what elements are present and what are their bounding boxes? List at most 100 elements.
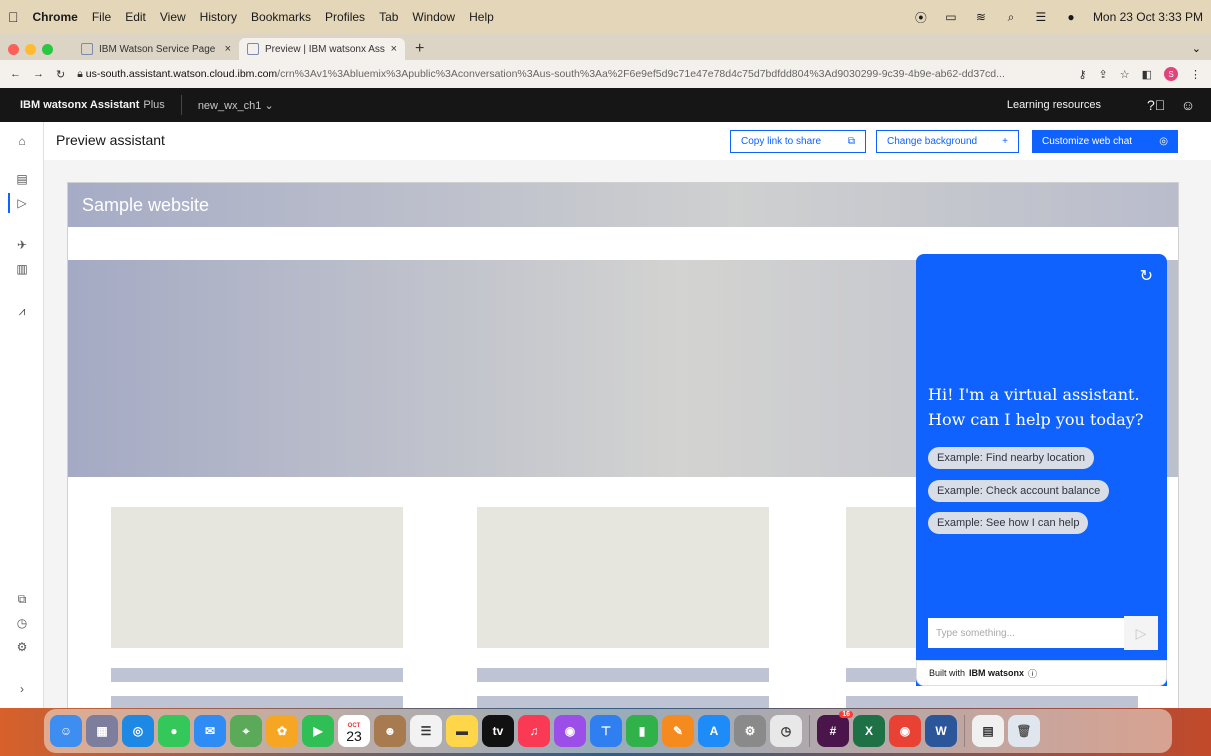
back-icon[interactable]: ← [10,68,21,80]
tab-title: IBM Watson Service Page [99,43,216,55]
menu-tab[interactable]: Tab [379,10,398,24]
assistant-selector[interactable]: new_wx_ch1 ⌄ [198,99,274,112]
browser-tabbar: IBM Watson Service Page × Preview | IBM … [0,34,1211,60]
chat-message-input[interactable] [926,616,1124,650]
forward-icon[interactable]: → [33,68,44,80]
trash-icon[interactable]: 🗑︎ [1008,715,1040,747]
integrations-icon[interactable]: ⧉ [0,586,44,612]
battery-icon[interactable]: ▭ [943,10,959,24]
example-chip-help[interactable]: Example: See how I can help [928,512,1089,534]
sample-text-bar [111,668,403,682]
url-field[interactable]: 🔒︎ us-south.assistant.watson.cloud.ibm.c… [77,68,1066,81]
expand-nav-icon[interactable]: › [0,676,44,702]
siri-icon[interactable]: ● [1063,10,1079,24]
customize-web-chat-button[interactable]: Customize web chat ◎ [1032,130,1178,153]
word-icon[interactable]: W [925,715,957,747]
change-background-button[interactable]: Change background + [876,130,1019,153]
tab-ibm-watson-service[interactable]: IBM Watson Service Page × [73,38,239,60]
new-tab-button[interactable]: + [415,38,424,60]
publish-icon[interactable]: ✈ [0,232,44,258]
tab-search-chevron-icon[interactable]: ⌄ [1192,38,1201,60]
learning-resources-link[interactable]: Learning resources [1007,99,1101,111]
control-center-icon[interactable]: ☰ [1033,10,1049,24]
reminders-icon[interactable]: ☰ [410,715,442,747]
minimize-window-button[interactable] [25,43,36,55]
reload-icon[interactable]: ↻ [56,68,65,81]
record-icon[interactable]: ⦿ [913,11,929,25]
facetime-icon[interactable]: ▶ [302,715,334,747]
menu-view[interactable]: View [160,10,186,24]
settings-icon[interactable]: ⚙ [0,634,44,660]
notes-icon[interactable]: ▬ [446,715,478,747]
send-icon[interactable]: ▷ [1124,616,1158,650]
tab-preview-watsonx[interactable]: Preview | IBM watsonx Assista × [239,38,405,60]
safari-technology-icon[interactable]: ◷ [770,715,802,747]
photos-icon[interactable]: ✿ [266,715,298,747]
close-window-button[interactable] [8,43,19,55]
side-panel-icon[interactable]: ◧ [1142,68,1152,81]
chat-input-area: ▷ [926,616,1158,650]
share-icon[interactable]: ⇪ [1099,68,1108,81]
mail-icon[interactable]: ✉ [194,715,226,747]
profile-avatar[interactable]: S [1164,67,1178,81]
actions-icon[interactable]: ▤ [0,166,44,192]
menu-app[interactable]: Chrome [33,10,78,24]
launchpad-icon[interactable]: ▦ [86,715,118,747]
contacts-icon[interactable]: ☻ [374,715,406,747]
left-nav: ⌂ ▤ ▷ ✈ ▥ ⩘ ⧉ ◷ ⚙ › [0,122,44,708]
menubar-clock[interactable]: Mon 23 Oct 3:33 PM [1093,10,1203,24]
excel-icon[interactable]: X [853,715,885,747]
tab-title: Preview | IBM watsonx Assista [265,43,385,55]
menu-bookmarks[interactable]: Bookmarks [251,10,311,24]
pages-icon[interactable]: ✎ [662,715,694,747]
wifi-icon[interactable]: ≋ [973,10,989,24]
user-profile-icon[interactable]: ☺ [1179,97,1197,113]
slack-icon[interactable]: #16 [817,711,853,747]
numbers-icon[interactable]: ▮ [626,715,658,747]
apple-tv-icon[interactable]: tv [482,715,514,747]
keynote-icon[interactable]: ⊤ [590,715,622,747]
preview-doc-icon[interactable]: ▤ [972,715,1004,747]
page-favicon-icon [247,43,259,55]
bookmark-star-icon[interactable]: ☆ [1120,68,1130,81]
menu-history[interactable]: History [200,10,237,24]
podcasts-icon[interactable]: ◉ [554,715,586,747]
product-name[interactable]: IBM watsonx Assistant Plus [20,99,165,111]
menu-file[interactable]: File [92,10,111,24]
copy-icon: ⧉ [847,136,855,147]
url-path: /crn%3Av1%3Abluemix%3Apublic%3Aconversat… [277,67,1005,80]
music-icon[interactable]: ♫ [518,715,550,747]
home-icon[interactable]: ⌂ [0,128,44,154]
safari-icon[interactable]: ◎ [122,715,154,747]
copy-link-button[interactable]: Copy link to share ⧉ [730,130,866,153]
restart-conversation-icon[interactable]: ↻ [1140,266,1153,286]
apple-menu-icon[interactable]:  [8,9,19,25]
menu-profiles[interactable]: Profiles [325,10,365,24]
menu-help[interactable]: Help [469,10,494,24]
environments-icon[interactable]: ▥ [0,256,44,282]
preview-icon[interactable]: ▷ [0,190,44,216]
maps-icon[interactable]: ⌖ [230,715,262,747]
analytics-icon[interactable]: ⩘ [0,298,44,324]
app-store-icon[interactable]: A [698,715,730,747]
messages-icon[interactable]: ● [158,715,190,747]
customize-web-chat-label: Customize web chat [1042,136,1133,147]
chrome-icon[interactable]: ◉ [889,715,921,747]
history-icon[interactable]: ◷ [0,610,44,636]
finder-icon[interactable]: ☺ [50,715,82,747]
key-icon[interactable]: ⚷ [1078,68,1086,81]
zoom-window-button[interactable] [42,43,53,55]
example-chip-balance[interactable]: Example: Check account balance [928,480,1110,502]
help-icon[interactable]: ?⃝ [1147,97,1165,113]
close-tab-icon[interactable]: × [225,43,231,55]
example-chip-location[interactable]: Example: Find nearby location [928,447,1094,469]
menubar-status: ⦿ ▭ ≋ ⌕ ☰ ● Mon 23 Oct 3:33 PM [913,10,1203,25]
close-tab-icon[interactable]: × [391,43,397,55]
search-icon[interactable]: ⌕ [1003,10,1019,24]
menu-edit[interactable]: Edit [125,10,146,24]
info-icon[interactable]: ⓘ [1028,667,1037,680]
browser-menu-icon[interactable]: ⋮ [1190,68,1201,81]
calendar-icon[interactable]: OCT 23 [338,715,370,747]
system-settings-icon[interactable]: ⚙ [734,715,766,747]
menu-window[interactable]: Window [412,10,455,24]
